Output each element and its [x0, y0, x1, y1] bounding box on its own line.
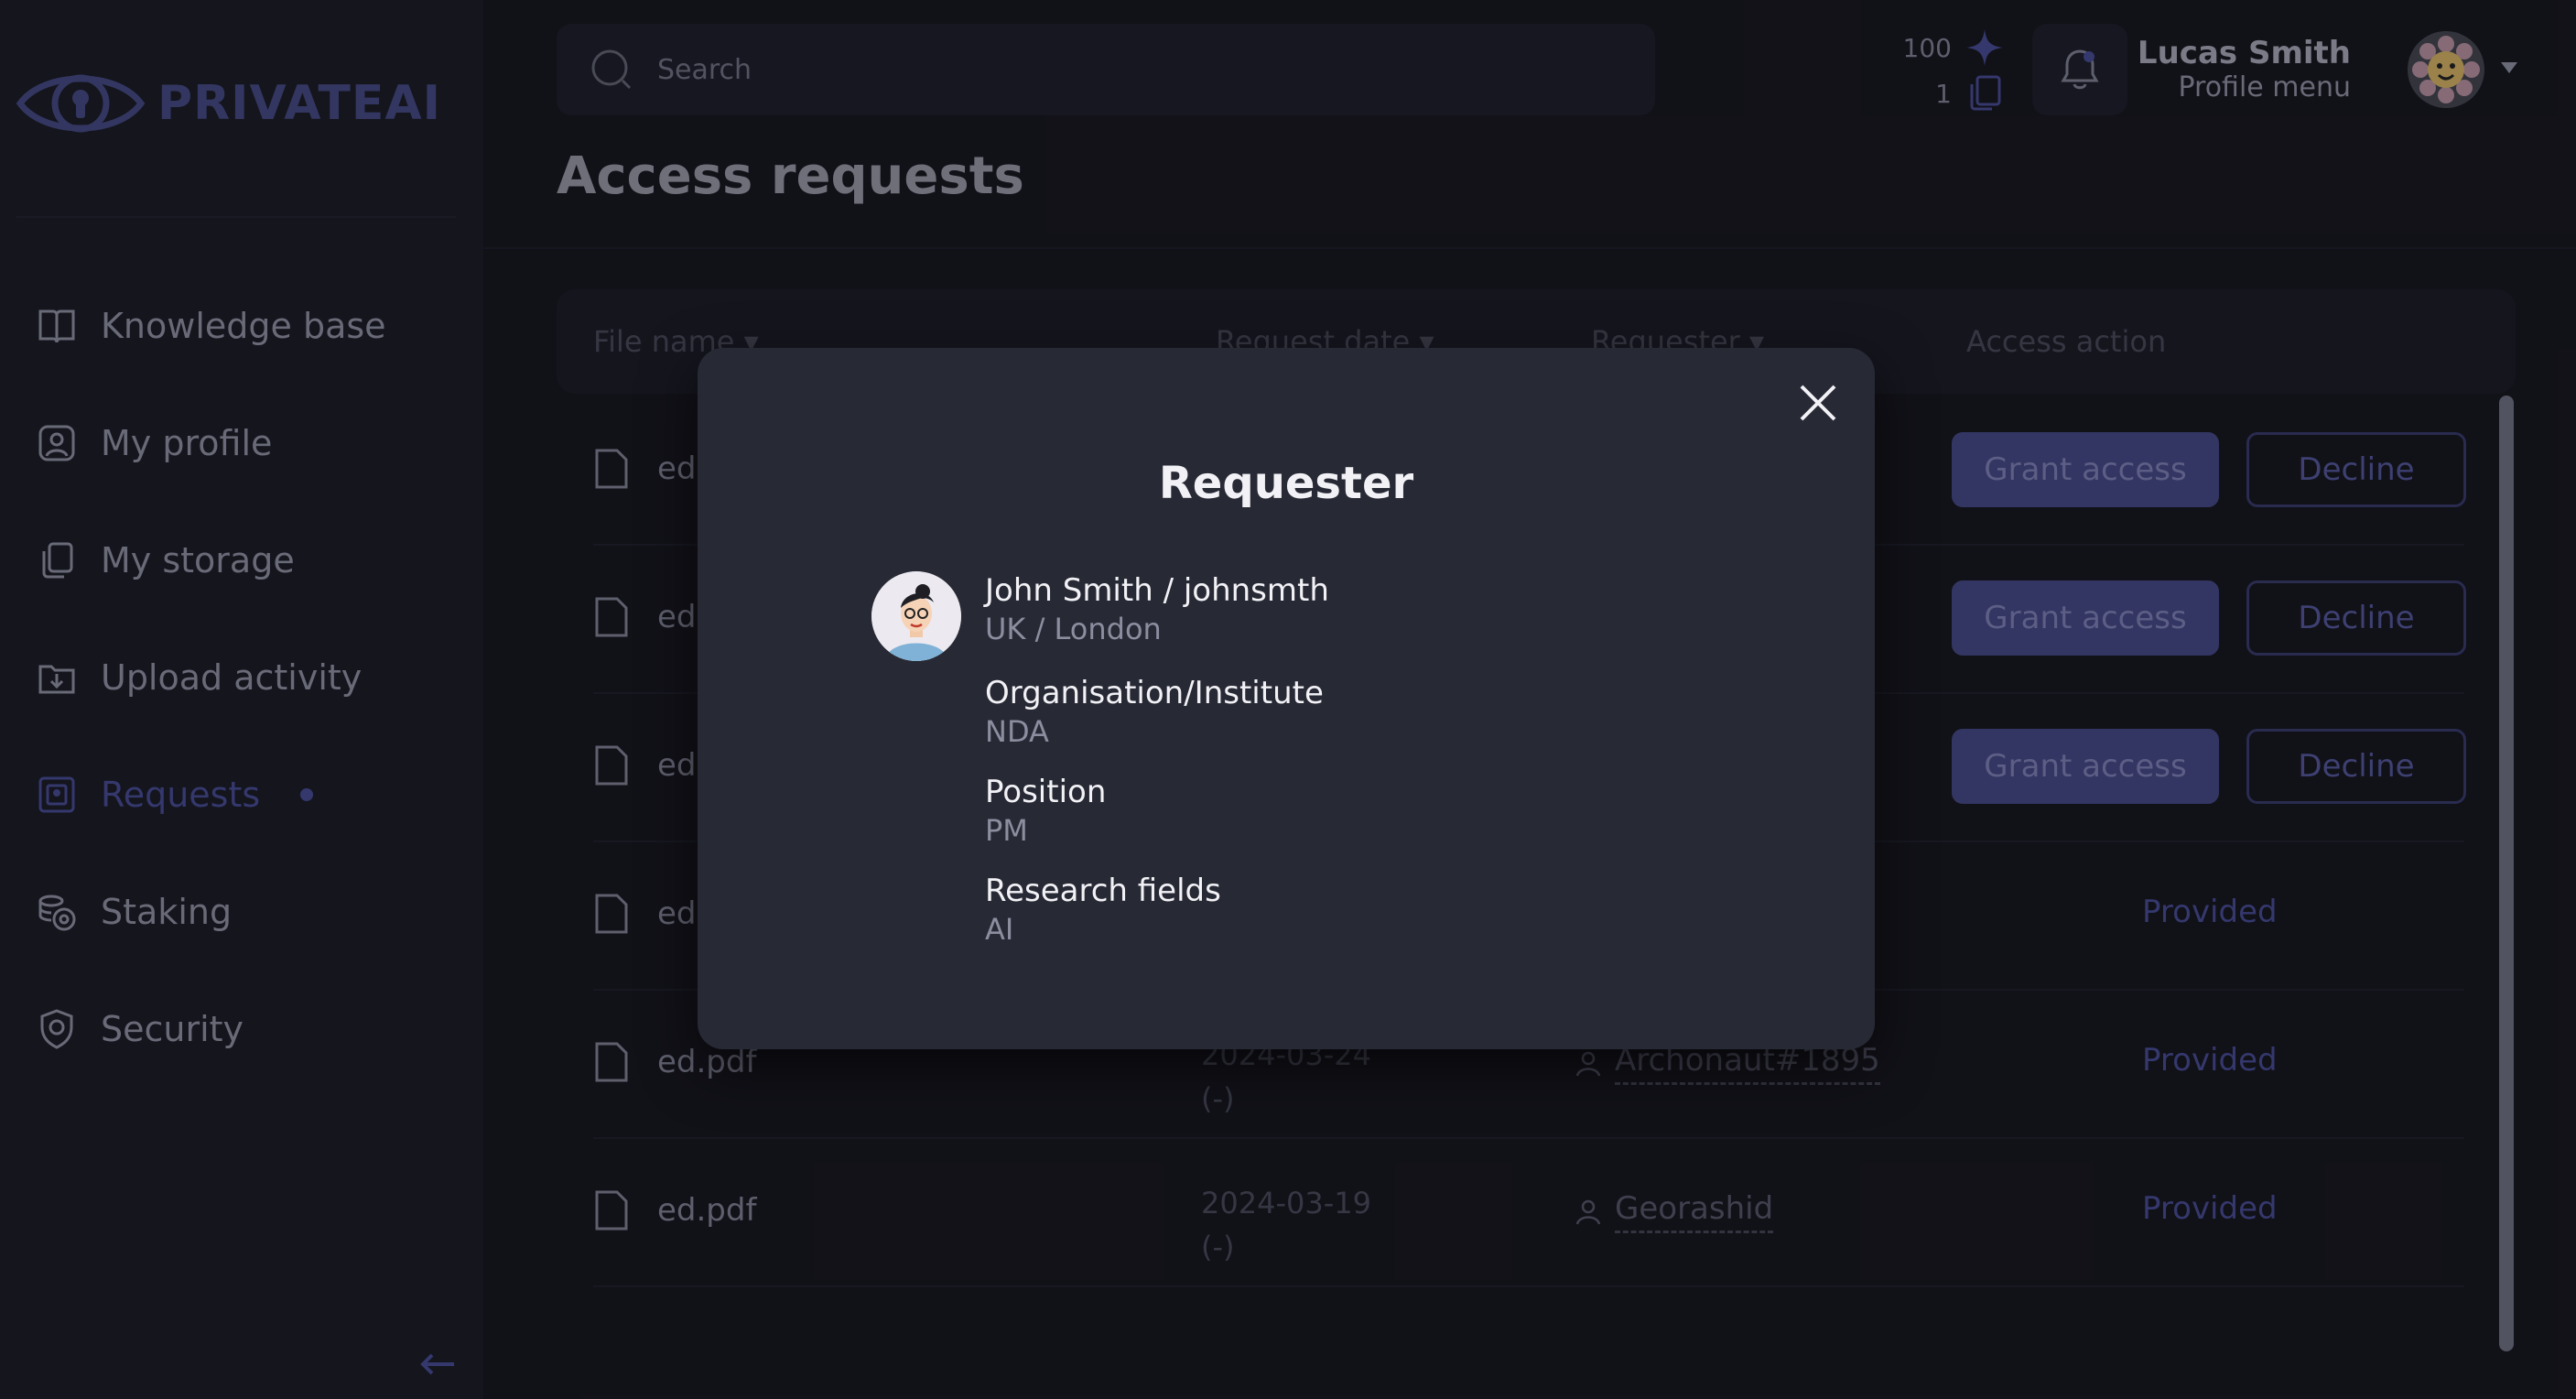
requester-identity: John Smith / johnsmth UK / London — [985, 571, 1329, 648]
app-root: PRIVATEAI Knowledge base My profile My s… — [0, 0, 2576, 1399]
avatar — [871, 571, 961, 661]
field-label: Organisation/Institute — [985, 675, 1324, 711]
field-value: AI — [985, 912, 1014, 947]
requester-location: UK / London — [985, 612, 1162, 646]
close-icon[interactable] — [1796, 381, 1840, 425]
requester-avatar-icon — [871, 571, 961, 661]
field-label: Position — [985, 774, 1107, 810]
field-value: PM — [985, 813, 1028, 848]
field-position: Position PM — [985, 773, 1106, 850]
field-organisation: Organisation/Institute NDA — [985, 674, 1324, 751]
field-value: NDA — [985, 714, 1049, 749]
requester-name: John Smith / johnsmth — [985, 572, 1329, 609]
field-label: Research fields — [985, 873, 1221, 909]
field-research: Research fields AI — [985, 872, 1221, 949]
modal-title: Requester — [1158, 458, 1414, 509]
requester-modal: Requester John Smith / johnsmth UK / Lon… — [698, 348, 1875, 1049]
